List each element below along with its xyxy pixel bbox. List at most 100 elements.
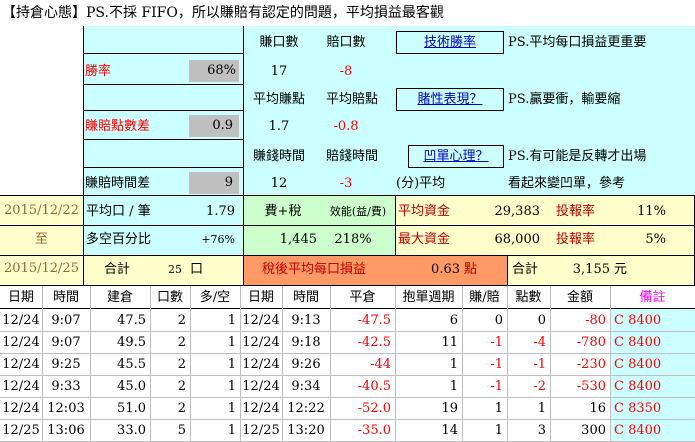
cell-amount: -530 bbox=[576, 379, 606, 394]
cell-time-close: 9:13 bbox=[291, 313, 321, 328]
total-label: 合計 bbox=[104, 262, 131, 277]
max-capital-value: 68,000 bbox=[494, 232, 541, 247]
avg-win: 1.7 bbox=[268, 119, 290, 134]
cell-lots: 2 bbox=[177, 335, 186, 350]
cell-time: 9:25 bbox=[51, 357, 81, 372]
cell-amount: -230 bbox=[576, 357, 606, 372]
time-diff-value: 9 bbox=[189, 172, 239, 194]
cell-hold-period: 11 bbox=[441, 335, 458, 350]
cell-open: 33.0 bbox=[117, 423, 146, 438]
avg-lot-label: 平均口 / 筆 bbox=[86, 204, 151, 219]
column-header-win-loss: 賺/賠 bbox=[469, 290, 500, 305]
cell-lots: 2 bbox=[177, 357, 186, 372]
cell-open: 47.5 bbox=[117, 313, 146, 328]
col-win-time: 賺錢時間 bbox=[252, 149, 305, 164]
cell-open: 45.5 bbox=[117, 357, 146, 372]
cell-time-close: 9:26 bbox=[291, 357, 321, 372]
cell-time-close: 12:22 bbox=[287, 401, 325, 416]
cell-hold-period: 1 bbox=[449, 357, 458, 372]
cell-amount: 16 bbox=[589, 401, 606, 416]
cell-date: 12/24 bbox=[2, 401, 40, 416]
cell-close: -35.0 bbox=[357, 423, 391, 438]
cell-points: -2 bbox=[533, 379, 546, 394]
cell-side: 1 bbox=[227, 335, 236, 350]
return-label-2: 投報率 bbox=[556, 232, 596, 247]
cell-points: 0 bbox=[537, 313, 546, 328]
col-loss-time: 賠錢時間 bbox=[325, 149, 378, 164]
date-to-label: 至 bbox=[34, 232, 48, 247]
note-reversal: PS.有可能是反轉才出場 bbox=[508, 149, 647, 164]
cell-remark: C 8400 bbox=[614, 335, 662, 350]
avg-lot-value: 1.79 bbox=[206, 204, 235, 219]
cell-win-loss: -1 bbox=[490, 379, 503, 394]
column-header-amount: 金額 bbox=[566, 290, 593, 305]
return-label-1: 投報率 bbox=[556, 204, 596, 219]
cell-date: 12/25 bbox=[2, 423, 40, 438]
gamble-link[interactable]: 賭性表現？ bbox=[396, 88, 504, 111]
column-header-time-close: 時間 bbox=[292, 290, 319, 305]
cell-date: 12/24 bbox=[2, 335, 40, 350]
date-from: 2015/12/22 bbox=[4, 203, 79, 218]
cell-side: 1 bbox=[227, 401, 236, 416]
efficiency-label: 效能(益/費) bbox=[329, 205, 387, 218]
column-header-side: 多/空 bbox=[199, 290, 231, 305]
cell-amount: 300 bbox=[581, 423, 606, 438]
cell-hold-period: 14 bbox=[441, 423, 458, 438]
long-short-value: +76% bbox=[201, 233, 235, 246]
long-short-label: 多空百分比 bbox=[86, 232, 152, 247]
column-header-hold-period: 抱單週期 bbox=[402, 290, 455, 305]
cell-amount: -80 bbox=[585, 313, 606, 328]
win-rate-label: 勝率 bbox=[85, 64, 112, 79]
pl-diff-value: 0.9 bbox=[189, 115, 239, 137]
total-lots: 25 bbox=[168, 263, 182, 276]
cell-close: -40.5 bbox=[357, 379, 391, 394]
cell-side: 1 bbox=[227, 379, 236, 394]
total-label-2: 合計 bbox=[512, 262, 539, 277]
loss-time: -3 bbox=[339, 176, 353, 191]
time-diff-label: 賺賠時間差 bbox=[85, 176, 151, 191]
cell-date-close: 12/24 bbox=[242, 379, 280, 394]
win-time: 12 bbox=[270, 176, 288, 191]
cell-time-close: 9:18 bbox=[291, 335, 321, 350]
cell-side: 1 bbox=[227, 313, 236, 328]
col-win-count: 賺口數 bbox=[259, 35, 299, 50]
cell-side: 1 bbox=[227, 357, 236, 372]
cell-win-loss: 1 bbox=[494, 423, 503, 438]
cell-lots: 2 bbox=[177, 401, 186, 416]
col-avg-loss: 平均賠點 bbox=[325, 92, 378, 107]
efficiency-value: 218% bbox=[334, 232, 372, 247]
avg-capital-value: 29,383 bbox=[494, 204, 541, 219]
date-to: 2015/12/25 bbox=[4, 261, 79, 276]
cell-date-close: 12/24 bbox=[242, 357, 280, 372]
sheet-title: 【持倉心態】PS.不採 FIFO，所以賺賠有認定的問題，平均損益最客觀 bbox=[0, 0, 695, 26]
cell-close: -47.5 bbox=[357, 313, 391, 328]
cell-time: 12:03 bbox=[47, 401, 85, 416]
cell-date-close: 12/24 bbox=[242, 313, 280, 328]
cell-hold-period: 19 bbox=[441, 401, 458, 416]
tech-win-rate-link[interactable]: 技術勝率 bbox=[396, 31, 504, 54]
cell-date-close: 12/25 bbox=[242, 423, 280, 438]
note-win-loss: PS.贏要衝，輸要縮 bbox=[508, 92, 621, 107]
cell-remark: C 8400 bbox=[614, 313, 662, 328]
col-avg-win: 平均賺點 bbox=[252, 92, 305, 107]
after-tax-value: 0.63 bbox=[431, 262, 460, 277]
cell-remark: C 8400 bbox=[614, 423, 662, 438]
cell-win-loss: 0 bbox=[494, 313, 503, 328]
cell-time-close: 9:34 bbox=[291, 379, 321, 394]
lot-unit: 口 bbox=[190, 262, 204, 277]
cell-remark: C 8400 bbox=[614, 379, 662, 394]
cell-open: 49.5 bbox=[117, 335, 146, 350]
note-avg-pl: PS.平均每口損益更重要 bbox=[508, 35, 647, 50]
currency-unit: 元 bbox=[614, 262, 628, 277]
col-loss-count: 賠口數 bbox=[326, 35, 366, 50]
cell-close: -44 bbox=[370, 357, 391, 372]
column-header-remark: 備註 bbox=[639, 290, 666, 305]
cell-lots: 2 bbox=[177, 313, 186, 328]
cell-open: 51.0 bbox=[117, 401, 146, 416]
cell-win-loss: -1 bbox=[490, 357, 503, 372]
cell-time: 9:33 bbox=[51, 379, 81, 394]
pit-link[interactable]: 凹單心理？ bbox=[408, 145, 504, 168]
fee-tax-value: 1,445 bbox=[279, 232, 317, 247]
cell-remark: C 8350 bbox=[614, 401, 662, 416]
cell-hold-period: 6 bbox=[449, 313, 458, 328]
